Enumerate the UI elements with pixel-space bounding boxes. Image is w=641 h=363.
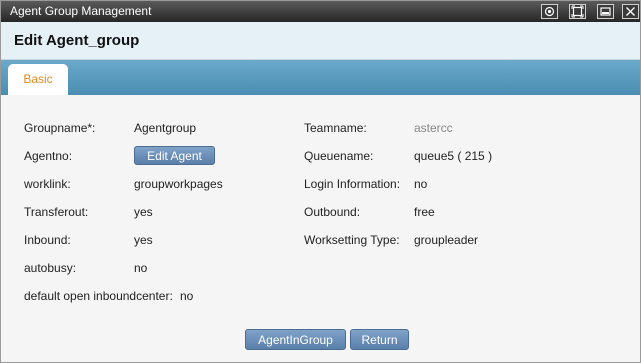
outbound-label: Outbound: [304, 205, 361, 219]
queuename-label: Queuename: [304, 149, 374, 163]
login-information-label: Login Information: [304, 177, 401, 191]
title-bar[interactable]: Agent Group Management [1, 1, 640, 22]
edit-agent-button[interactable]: Edit Agent [134, 146, 215, 165]
page-header: Edit Agent_group [1, 22, 640, 60]
worklink-value: groupworkpages [134, 177, 223, 191]
minimize-icon[interactable] [597, 4, 614, 19]
autobusy-label: autobusy: [24, 261, 77, 275]
agent-in-group-button[interactable]: AgentInGroup [245, 329, 346, 350]
login-information-value: no [414, 177, 428, 191]
agent-group-window: Agent Group Management Edit Agent_group … [0, 0, 641, 363]
worklink-label: worklink: [24, 177, 71, 191]
tab-basic[interactable]: Basic [8, 64, 68, 95]
form-area: Groupname*: Agentgroup Agentno: Edit Age… [1, 95, 640, 362]
outbound-value: free [414, 205, 435, 219]
close-icon[interactable] [622, 4, 639, 19]
default-open-inboundcenter-value: no [180, 289, 194, 303]
transferout-value: yes [134, 205, 153, 219]
return-button[interactable]: Return [350, 329, 409, 350]
page-title: Edit Agent_group [14, 32, 140, 49]
groupname-label: Groupname*: [24, 121, 96, 135]
transferout-label: Transferout: [24, 205, 89, 219]
agentno-label: Agentno: [24, 149, 73, 163]
worksetting-type-label: Worksetting Type: [304, 233, 400, 247]
teamname-label: Teamname: [304, 121, 367, 135]
teamname-value: astercc [414, 121, 453, 135]
queuename-value: queue5 ( 215 ) [414, 149, 493, 163]
default-open-inboundcenter-label: default open inboundcenter: [24, 289, 173, 303]
restore-icon[interactable] [541, 4, 558, 19]
autobusy-value: no [134, 261, 148, 275]
worksetting-type-value: groupleader [414, 233, 479, 247]
tab-bar: Basic [1, 60, 640, 95]
maximize-icon[interactable] [569, 4, 586, 19]
inbound-value: yes [134, 233, 153, 247]
window-title: Agent Group Management [10, 4, 152, 18]
groupname-value: Agentgroup [134, 121, 197, 135]
inbound-label: Inbound: [24, 233, 71, 247]
